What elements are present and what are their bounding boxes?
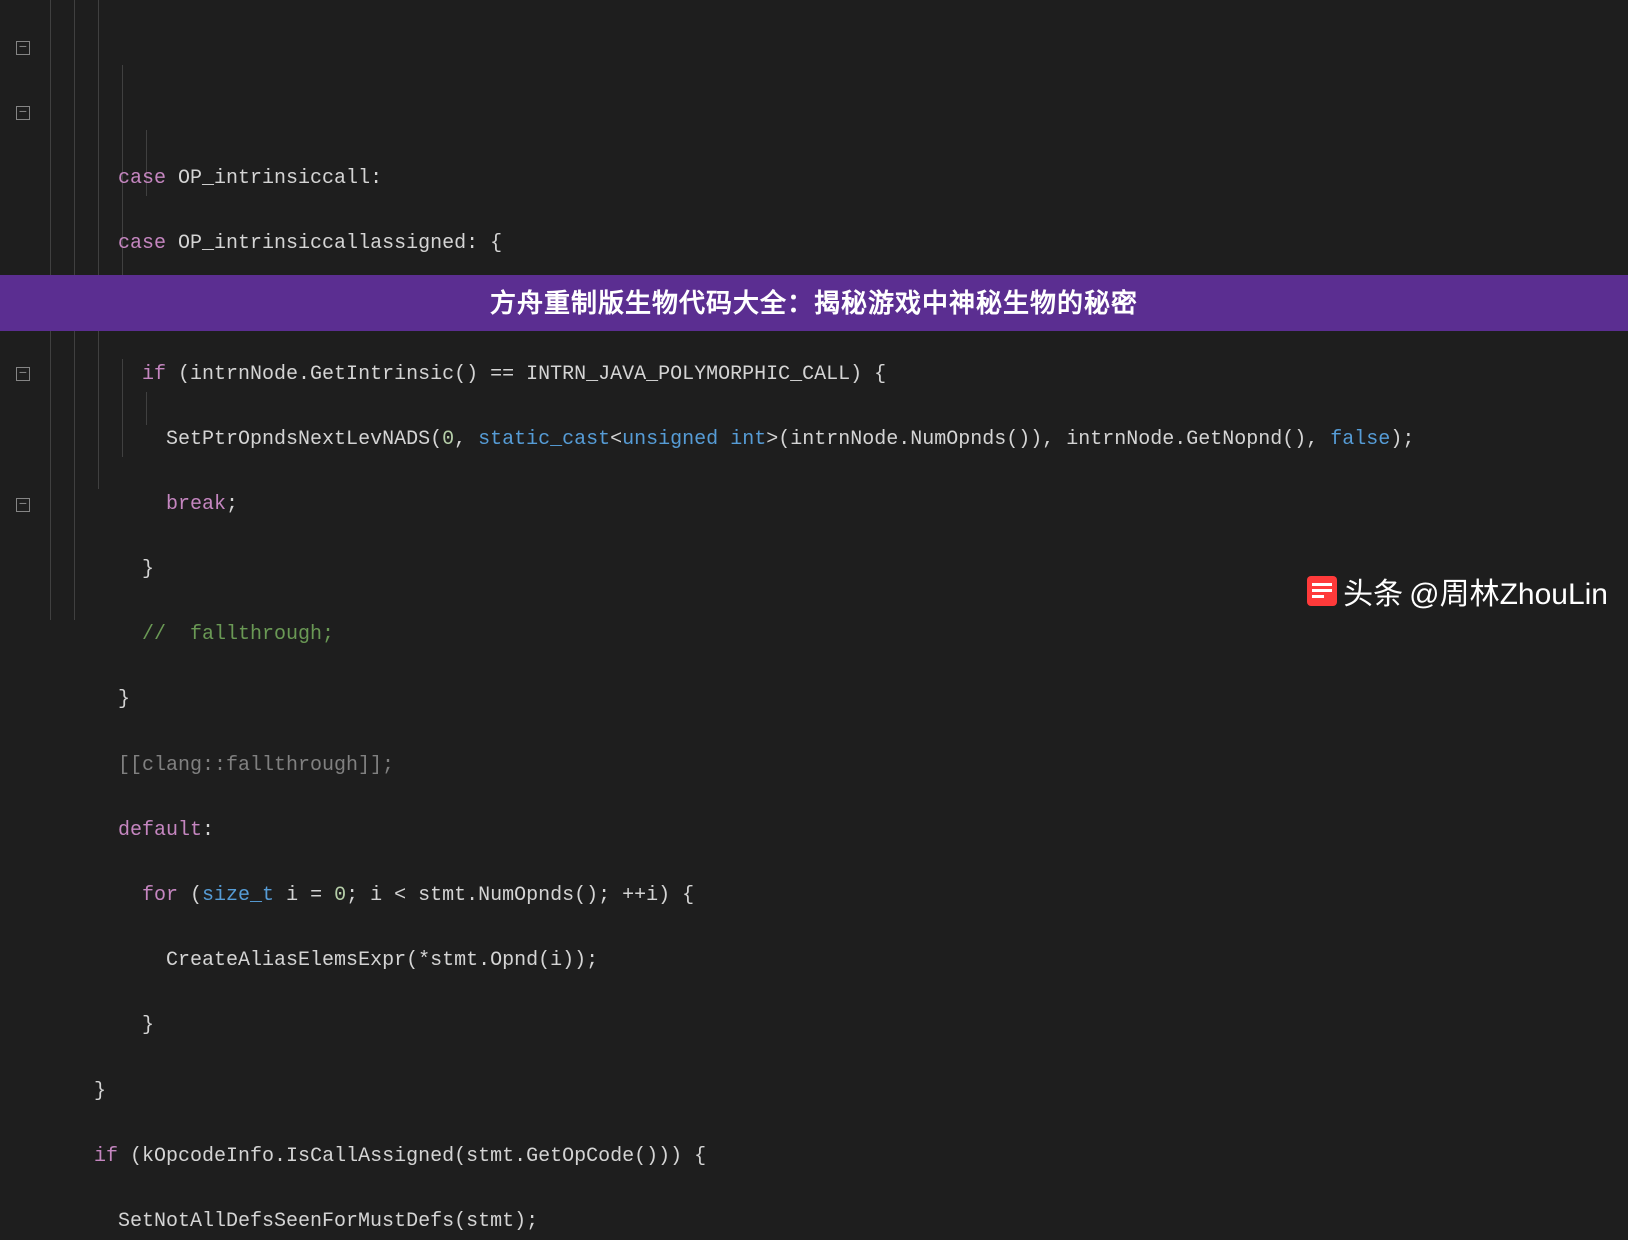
keyword-if: if bbox=[142, 363, 166, 386]
code-line[interactable]: if (kOpcodeInfo.IsCallAssigned(stmt.GetO… bbox=[36, 1141, 1628, 1174]
keyword-break: break bbox=[166, 493, 226, 516]
code-line[interactable]: } bbox=[36, 1076, 1628, 1109]
code-line[interactable]: case OP_intrinsiccall: bbox=[36, 163, 1628, 196]
fold-icon[interactable]: − bbox=[16, 106, 30, 120]
fold-icon[interactable]: − bbox=[16, 498, 30, 512]
banner-title: 方舟重制版生物代码大全：揭秘游戏中神秘生物的秘密 bbox=[490, 287, 1138, 320]
code-line[interactable]: case OP_intrinsiccallassigned: { bbox=[36, 228, 1628, 261]
code-line[interactable]: [[clang::fallthrough]]; bbox=[36, 750, 1628, 783]
fold-icon[interactable]: − bbox=[16, 41, 30, 55]
code-line[interactable]: } bbox=[36, 684, 1628, 717]
keyword-case: case bbox=[118, 167, 166, 190]
comment: // fallthrough; bbox=[142, 623, 334, 646]
keyword-if: if bbox=[94, 1145, 118, 1168]
watermark-handle: @周林ZhouLin bbox=[1409, 579, 1608, 612]
code-line[interactable]: CreateAliasElemsExpr(*stmt.Opnd(i)); bbox=[36, 945, 1628, 978]
code-line[interactable]: break; bbox=[36, 489, 1628, 522]
keyword-default: default bbox=[118, 819, 202, 842]
clang-attribute: [[clang::fallthrough]]; bbox=[118, 754, 394, 777]
code-line[interactable]: for (size_t i = 0; i < stmt.NumOpnds(); … bbox=[36, 880, 1628, 913]
code-line[interactable]: default: bbox=[36, 815, 1628, 848]
fold-icon[interactable]: − bbox=[16, 367, 30, 381]
keyword-for: for bbox=[142, 884, 178, 907]
code-line[interactable]: SetNotAllDefsSeenForMustDefs(stmt); bbox=[36, 1206, 1628, 1239]
toutiao-logo-icon bbox=[1307, 576, 1337, 614]
code-line[interactable]: // fallthrough; bbox=[36, 619, 1628, 652]
code-line[interactable]: if (intrnNode.GetIntrinsic() == INTRN_JA… bbox=[36, 359, 1628, 392]
watermark: 头条 @周林ZhouLin bbox=[1307, 576, 1608, 614]
code-line[interactable]: SetPtrOpndsNextLevNADS(0, static_cast<un… bbox=[36, 424, 1628, 457]
code-line[interactable]: } bbox=[36, 1010, 1628, 1043]
watermark-prefix: 头条 bbox=[1343, 579, 1403, 612]
title-banner: 方舟重制版生物代码大全：揭秘游戏中神秘生物的秘密 bbox=[0, 275, 1628, 331]
keyword-case: case bbox=[118, 232, 166, 255]
